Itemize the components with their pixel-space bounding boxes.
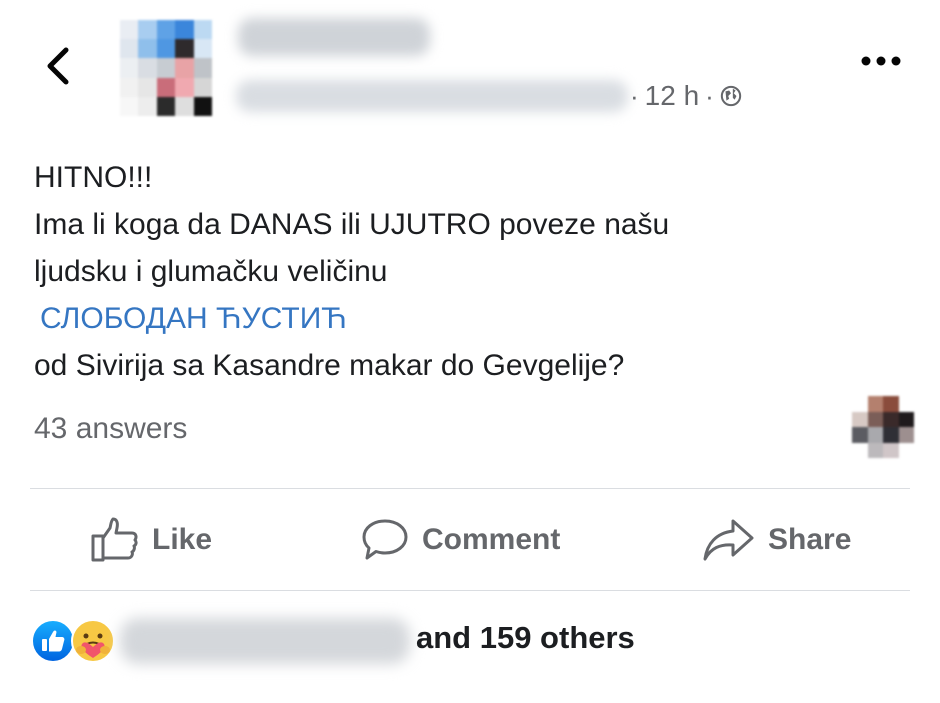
comment-button[interactable]: Comment	[360, 510, 560, 570]
commenter-avatar-redacted[interactable]	[852, 396, 914, 458]
mention-link[interactable]: СЛОБОДАН ЋУСТИЋ	[34, 302, 347, 335]
post-line: Ima li koga da DANAS ili UJUTRO poveze n…	[34, 208, 670, 241]
like-label: Like	[152, 523, 213, 556]
group-name-redacted[interactable]	[236, 80, 628, 112]
post-text: HITNO!!! Ima li koga da DANAS ili UJUTRO…	[34, 154, 914, 389]
post-timestamp[interactable]: 12 h	[645, 80, 700, 112]
comment-label: Comment	[422, 523, 561, 556]
reactor-names-redacted[interactable]	[120, 618, 410, 664]
thumbs-up-icon	[91, 517, 138, 562]
answers-count[interactable]: 43 answers	[34, 412, 187, 446]
comment-icon	[362, 519, 408, 560]
more-options-button[interactable]	[856, 50, 906, 72]
share-arrow-icon	[703, 519, 754, 561]
divider	[30, 488, 910, 489]
share-button[interactable]: Share	[702, 510, 851, 570]
post-line: HITNO!!!	[34, 161, 153, 194]
reaction-count[interactable]: and 159 others	[416, 620, 635, 656]
post-line: ljudsku i glumačku veličinu	[34, 255, 388, 288]
author-name-redacted[interactable]	[238, 18, 430, 56]
like-button[interactable]: Like	[90, 510, 212, 570]
chevron-left-icon	[47, 47, 69, 85]
meta-separator: ·	[630, 80, 639, 111]
group-avatar[interactable]	[120, 20, 212, 116]
back-button[interactable]	[40, 42, 80, 90]
meta-separator: ·	[705, 80, 714, 111]
care-reaction-icon	[71, 619, 115, 663]
more-dots-icon	[861, 56, 901, 66]
globe-icon	[720, 85, 742, 107]
post-line: od Sivirija sa Kasandre makar do Gevgeli…	[34, 349, 625, 382]
reaction-icons[interactable]	[30, 618, 116, 664]
share-label: Share	[768, 523, 852, 556]
divider	[30, 590, 910, 591]
post-meta: · 12 h ·	[630, 78, 742, 114]
